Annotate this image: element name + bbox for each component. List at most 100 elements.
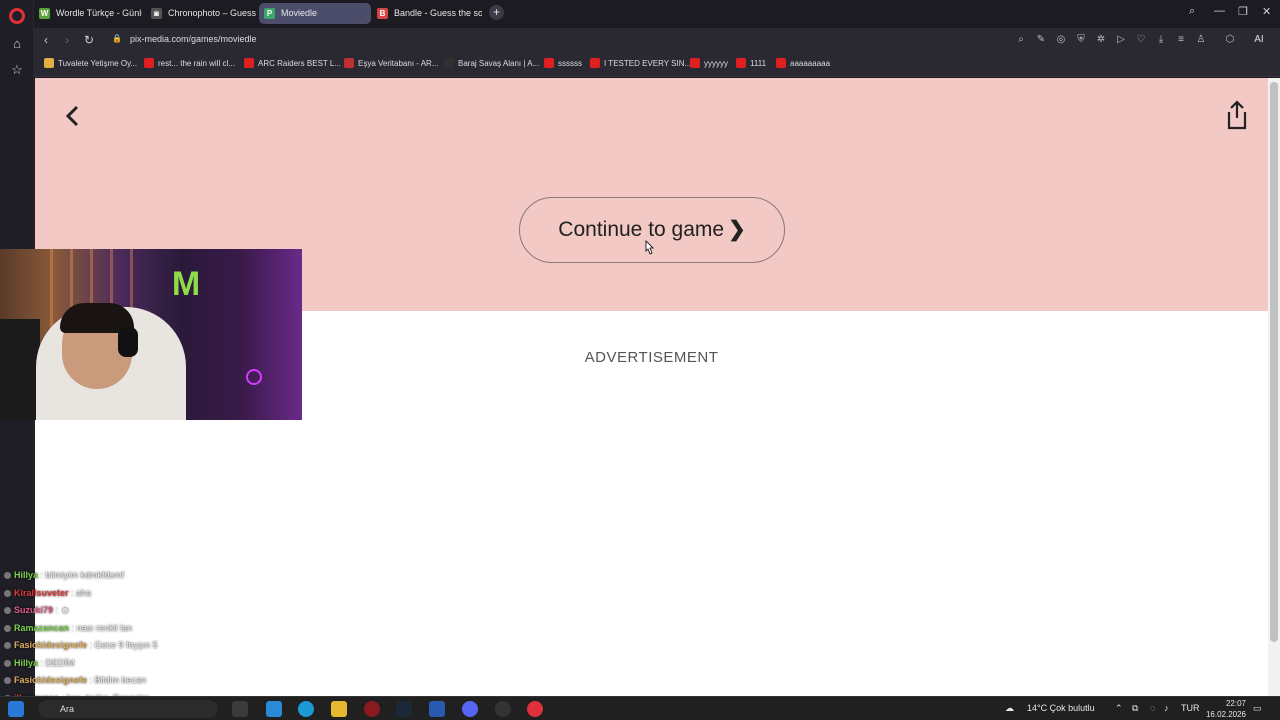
- bookmark-label: 1111: [750, 59, 767, 68]
- windows-start-icon[interactable]: [8, 701, 24, 717]
- bookmark-label: Eşya Veritabanı - AR...: [358, 59, 439, 68]
- scrollbar-thumb[interactable]: [1270, 82, 1278, 642]
- chat-user: Ramazancan: [14, 622, 70, 633]
- moviedle-favicon-icon: P: [264, 8, 275, 19]
- chevron-right-icon: ❯: [728, 218, 746, 241]
- menu-icon[interactable]: ≡: [1175, 34, 1187, 46]
- chat-user: Fasiokidesignefe: [14, 640, 88, 650]
- share-icon[interactable]: [1225, 100, 1249, 130]
- discord-icon[interactable]: [462, 701, 478, 717]
- back-icon[interactable]: ‹: [39, 33, 53, 47]
- badge-icon: [4, 677, 11, 684]
- search-tabs-icon[interactable]: ⌕: [1189, 5, 1195, 18]
- profile-icon[interactable]: ♙: [1195, 34, 1207, 46]
- youtube-icon: [690, 58, 700, 68]
- notification-icon[interactable]: ▭: [1253, 703, 1262, 714]
- home-icon[interactable]: ⌂: [9, 36, 25, 52]
- shield-icon[interactable]: ⛨: [1075, 34, 1087, 46]
- tab-bandle[interactable]: B Bandle - Guess the song: [372, 3, 482, 24]
- bookmark-item[interactable]: Eşya Veritabanı - AR...: [344, 58, 439, 68]
- bookmark-item[interactable]: ARC Raiders BEST L...: [244, 58, 341, 68]
- restore-icon[interactable]: ❐: [1238, 5, 1248, 18]
- weather-text[interactable]: 14°C Çok bulutlu: [1027, 703, 1095, 713]
- bookmark-item[interactable]: yyyyyy: [690, 58, 728, 68]
- tab-label: Chronophoto – Guess the: [168, 8, 256, 18]
- chat-user: Fasiokidesignefe: [14, 675, 88, 685]
- file-explorer-icon[interactable]: [331, 701, 347, 717]
- badge-icon: [4, 624, 11, 632]
- system-clock[interactable]: 22:07 16.02.2026: [1196, 698, 1246, 720]
- back-arrow-icon[interactable]: [63, 104, 83, 128]
- youtube-icon: [776, 58, 786, 68]
- chat-message: Suzuki79 : ☻: [4, 602, 204, 620]
- minimize-icon[interactable]: —: [1214, 5, 1225, 17]
- screen: ⌂ ☆ W Wordle Türkçe - Günlük K ◙ Chronop…: [0, 0, 1280, 720]
- tab-chronophoto[interactable]: ◙ Chronophoto – Guess the: [146, 3, 256, 24]
- play-icon[interactable]: ▷: [1115, 34, 1127, 46]
- chat-text: : Gece 9 feyşın 5: [89, 640, 158, 650]
- bookmark-item[interactable]: 1111: [736, 58, 767, 68]
- chat-text: : ☻: [55, 605, 71, 615]
- taskbar-search[interactable]: Ara: [38, 700, 218, 718]
- chat-user: Kirallsuveter: [14, 587, 69, 598]
- close-icon[interactable]: ✕: [1262, 5, 1271, 18]
- bookmark-item[interactable]: rest... the rain will cl...: [144, 58, 235, 68]
- trophy-icon: [44, 58, 54, 68]
- opera-logo-icon[interactable]: [9, 8, 25, 24]
- bookmark-item[interactable]: aaaaaaaaa: [776, 58, 830, 68]
- neon-sign-icon: [246, 369, 262, 385]
- bookmark-item[interactable]: Tuvalete Yetişme Oy...: [44, 58, 138, 68]
- app-icon[interactable]: [266, 701, 282, 717]
- badge-icon: [4, 607, 11, 614]
- bookmark-item[interactable]: I TESTED EVERY SIN...: [590, 58, 691, 68]
- page-scrollbar[interactable]: [1268, 78, 1280, 696]
- bookmark-label: Baraj Savaş Alanı | A...: [458, 59, 540, 68]
- chat-message: Fasiokidesignefe : Bildim becan: [4, 672, 204, 690]
- chat-text: : Bildim becan: [89, 675, 147, 685]
- battlenet-icon[interactable]: [429, 701, 445, 717]
- extensions-icon[interactable]: ⬡: [1224, 34, 1236, 46]
- weather-icon[interactable]: ☁: [1005, 703, 1014, 714]
- arc-icon: [444, 58, 454, 68]
- tab-moviedle[interactable]: P Moviedle: [259, 3, 371, 24]
- taskbar: Ara ☁ 14°C Çok bulutlu ⌃ ⧉ ◌ ♪ TUR 22:07…: [0, 696, 1280, 720]
- reload-icon[interactable]: ↻: [82, 33, 96, 47]
- badge-icon: [4, 642, 11, 649]
- snapshot-icon[interactable]: ◎: [1055, 34, 1067, 46]
- opera-icon[interactable]: [527, 701, 543, 717]
- new-tab-button[interactable]: +: [489, 5, 504, 20]
- volume-icon[interactable]: ♪: [1164, 703, 1169, 713]
- tab-label: Bandle - Guess the song: [394, 8, 482, 18]
- chat-message: Kirallsuveter : aha: [4, 585, 204, 603]
- bandle-favicon-icon: B: [377, 8, 388, 19]
- tab-wordle[interactable]: W Wordle Türkçe - Günlük K: [34, 3, 142, 24]
- chevron-up-icon[interactable]: ⌃: [1115, 703, 1123, 714]
- edge-icon[interactable]: [298, 701, 314, 717]
- forward-icon[interactable]: ›: [60, 33, 74, 47]
- steam-icon[interactable]: [396, 701, 412, 717]
- webcam-overlay: M: [0, 249, 302, 420]
- badge-icon: [4, 659, 11, 667]
- wifi-icon[interactable]: ◌: [1150, 703, 1155, 713]
- star-icon[interactable]: ☆: [9, 62, 25, 78]
- bookmark-label: Tuvalete Yetişme Oy...: [58, 59, 138, 68]
- obs-icon[interactable]: [495, 701, 511, 717]
- chat-message: Hillya : bilmiyim kdmkfdsmf: [4, 567, 204, 585]
- tab-strip: W Wordle Türkçe - Günlük K ◙ Chronophoto…: [34, 0, 1280, 28]
- heart-icon[interactable]: ♡: [1135, 34, 1147, 46]
- wordle-favicon-icon: W: [39, 8, 50, 19]
- edit-icon[interactable]: ✎: [1035, 34, 1047, 46]
- bookmark-item[interactable]: ssssss: [544, 58, 582, 68]
- continue-label: Continue to game: [558, 218, 725, 241]
- headset-icon: [118, 327, 138, 357]
- bookmark-label: rest... the rain will cl...: [158, 59, 235, 68]
- ai-button[interactable]: AI: [1248, 34, 1270, 46]
- network-icon[interactable]: ⧉: [1132, 703, 1138, 714]
- search-icon[interactable]: ⌕: [1015, 34, 1027, 46]
- opera-gx-icon[interactable]: [364, 701, 380, 717]
- vpn-icon[interactable]: ✲: [1095, 34, 1107, 46]
- download-icon[interactable]: ⤓: [1155, 34, 1167, 46]
- bookmark-item[interactable]: Baraj Savaş Alanı | A...: [444, 58, 540, 68]
- url-field[interactable]: pix-media.com/games/moviedle: [130, 34, 257, 44]
- task-view-icon[interactable]: [232, 701, 248, 717]
